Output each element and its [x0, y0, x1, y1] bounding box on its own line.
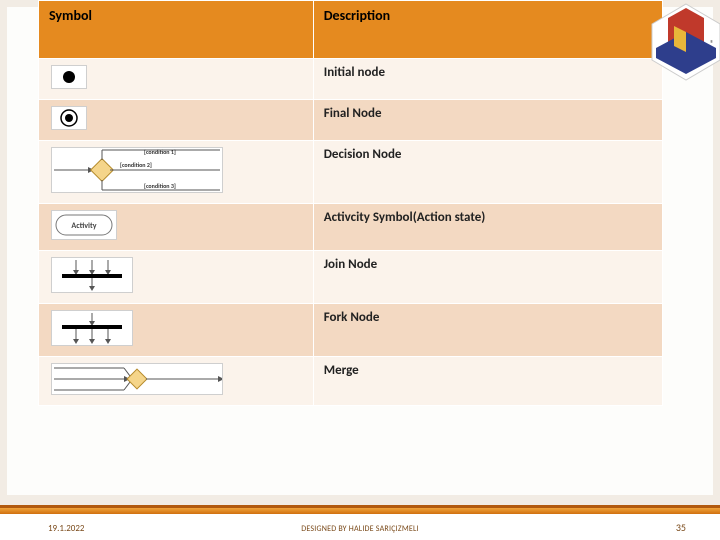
header-description: Description [313, 1, 662, 59]
header-symbol: Symbol [39, 1, 314, 59]
footer: 19.1.2022 DESIGNED BY HALIDE SARIÇIZMELI… [0, 514, 720, 540]
table-row: Final Node [39, 100, 663, 141]
footer-credit: DESIGNED BY HALIDE SARIÇIZMELI [0, 524, 720, 534]
desc-cell: Fork Node [313, 304, 662, 357]
table-row: [condition 1] [condition 2] [condition 3… [39, 141, 663, 204]
desc-cell: Decision Node [313, 141, 662, 204]
merge-icon [52, 364, 222, 394]
desc-cell: Join Node [313, 251, 662, 304]
svg-text:[condition 1]: [condition 1] [144, 148, 176, 156]
decision-node-icon: [condition 1] [condition 2] [condition 3… [52, 148, 222, 192]
footer-page-number: 35 [676, 521, 686, 534]
table-row: Initial node [39, 59, 663, 100]
table-row: Merge [39, 357, 663, 406]
desc-cell: Final Node [313, 100, 662, 141]
activity-icon: Activity [52, 211, 116, 239]
svg-text:Activity: Activity [71, 221, 96, 231]
desc-cell: Merge [313, 357, 662, 406]
svg-text:[condition 3]: [condition 3] [144, 182, 176, 190]
slide: ® Symbol Description Initial node [0, 0, 720, 540]
symbol-activity: Activity [39, 204, 314, 251]
table-row: Activity Activcity Symbol(Action state) [39, 204, 663, 251]
symbol-decision-node: [condition 1] [condition 2] [condition 3… [39, 141, 314, 204]
table-row: Join Node [39, 251, 663, 304]
symbol-merge [39, 357, 314, 406]
symbol-fork-node [39, 304, 314, 357]
svg-text:[condition 2]: [condition 2] [120, 161, 152, 169]
symbols-table: Symbol Description Initial node [38, 0, 663, 406]
table-row: Fork Node [39, 304, 663, 357]
svg-text:®: ® [710, 39, 714, 49]
desc-cell: Initial node [313, 59, 662, 100]
initial-node-icon [52, 66, 86, 88]
symbol-join-node [39, 251, 314, 304]
desc-cell: Activcity Symbol(Action state) [313, 204, 662, 251]
table-header-row: Symbol Description [39, 1, 663, 59]
logo: ® [646, 2, 720, 82]
fork-node-icon [52, 311, 132, 345]
final-node-icon [52, 107, 86, 129]
symbol-initial-node [39, 59, 314, 100]
join-node-icon [52, 258, 132, 292]
symbol-final-node [39, 100, 314, 141]
